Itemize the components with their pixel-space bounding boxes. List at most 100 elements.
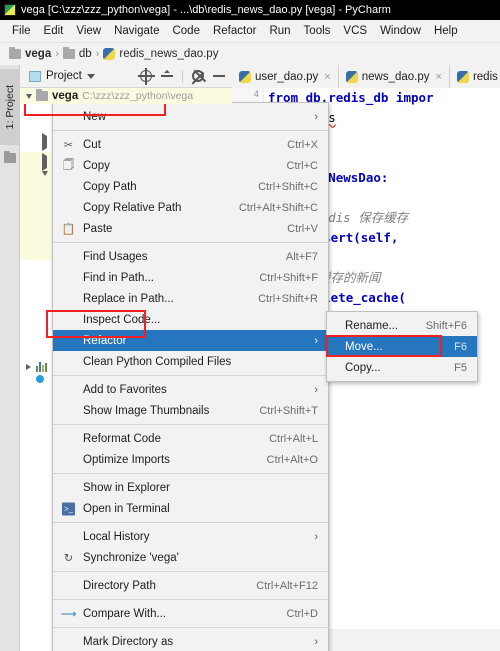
menu-item-label: Move... bbox=[345, 340, 383, 353]
menu-navigate[interactable]: Navigate bbox=[108, 22, 165, 40]
line-number: 4 bbox=[253, 90, 259, 100]
tab-label: user_dao.py bbox=[255, 70, 319, 83]
refresh-icon: ↻ bbox=[63, 552, 74, 564]
menu-separator bbox=[53, 522, 328, 523]
menu-item-find-usages[interactable]: Find Usages Alt+F7 bbox=[53, 246, 328, 267]
menu-separator bbox=[53, 375, 328, 376]
close-icon[interactable]: × bbox=[436, 71, 442, 83]
menu-window[interactable]: Window bbox=[374, 22, 427, 40]
breadcrumb-item-vega[interactable]: vega bbox=[25, 48, 51, 60]
menu-item-refactor[interactable]: Refactor › bbox=[53, 330, 328, 351]
menu-item-accel: F5 bbox=[454, 361, 467, 374]
breadcrumb-item-db[interactable]: db bbox=[79, 48, 92, 60]
menu-item-find-in-path[interactable]: Find in Path... Ctrl+Shift+F bbox=[53, 267, 328, 288]
menu-item-label: Find in Path... bbox=[83, 271, 154, 284]
menu-item-label: Reformat Code bbox=[83, 432, 161, 445]
tree-expander-2[interactable] bbox=[42, 153, 47, 171]
menu-vcs[interactable]: VCS bbox=[337, 22, 373, 40]
menu-item-label: Refactor bbox=[83, 334, 127, 347]
menu-item-reformat-code[interactable]: Reformat Code Ctrl+Alt+L bbox=[53, 428, 328, 449]
menu-tools[interactable]: Tools bbox=[298, 22, 337, 40]
menu-item-copy-path[interactable]: Copy Path Ctrl+Shift+C bbox=[53, 176, 328, 197]
menu-item-show-in-explorer[interactable]: Show in Explorer bbox=[53, 477, 328, 498]
menu-separator bbox=[53, 599, 328, 600]
minimize-icon[interactable] bbox=[213, 75, 225, 77]
breadcrumb-item-file[interactable]: redis_news_dao.py bbox=[119, 48, 218, 60]
window-title: vega [C:\zzz\zzz_python\vega] - ...\db\r… bbox=[21, 4, 391, 16]
submenu-item-copy[interactable]: Copy... F5 bbox=[327, 357, 477, 378]
chevron-right-icon[interactable] bbox=[26, 363, 31, 370]
menu-edit[interactable]: Edit bbox=[38, 22, 70, 40]
collapse-all-icon[interactable] bbox=[161, 70, 173, 82]
close-icon[interactable]: × bbox=[324, 71, 330, 83]
menu-item-mark-directory-as[interactable]: Mark Directory as › bbox=[53, 631, 328, 651]
chevron-right-icon: › bbox=[314, 110, 318, 123]
menu-item-label: Copy bbox=[83, 159, 110, 172]
menu-item-paste[interactable]: 📋 Paste Ctrl+V bbox=[53, 218, 328, 239]
tree-expander-3[interactable] bbox=[42, 171, 48, 188]
menu-separator bbox=[53, 424, 328, 425]
menu-item-open-in-terminal[interactable]: >_ Open in Terminal bbox=[53, 498, 328, 519]
menu-item-accel: Ctrl+Alt+F12 bbox=[256, 579, 318, 592]
menu-item-label: Compare With... bbox=[83, 607, 167, 620]
menu-item-label: Open in Terminal bbox=[83, 502, 170, 515]
menu-help[interactable]: Help bbox=[428, 22, 464, 40]
menu-code[interactable]: Code bbox=[166, 22, 206, 40]
menu-view[interactable]: View bbox=[70, 22, 107, 40]
menu-item-label: Directory Path bbox=[83, 579, 156, 592]
menu-item-label: Copy... bbox=[345, 361, 381, 374]
menu-item-inspect-code[interactable]: Inspect Code... bbox=[53, 309, 328, 330]
menu-item-cut[interactable]: ✂ Cut Ctrl+X bbox=[53, 134, 328, 155]
menu-refactor[interactable]: Refactor bbox=[207, 22, 262, 40]
menu-item-show-image-thumbnails[interactable]: Show Image Thumbnails Ctrl+Shift+T bbox=[53, 400, 328, 421]
menu-item-accel: Ctrl+Shift+F bbox=[259, 271, 318, 284]
menu-run[interactable]: Run bbox=[263, 22, 296, 40]
tree-row-vega[interactable]: vega C:\zzz\zzz_python\vega bbox=[20, 88, 232, 104]
submenu-item-move[interactable]: Move... F6 bbox=[327, 336, 477, 357]
menu-item-accel: Ctrl+Alt+Shift+C bbox=[238, 201, 318, 214]
submenu-item-rename[interactable]: Rename... Shift+F6 bbox=[327, 315, 477, 336]
menu-item-local-history[interactable]: Local History › bbox=[53, 526, 328, 547]
menu-item-accel: Ctrl+D bbox=[286, 607, 318, 620]
tab-redis-news-dao[interactable]: redis bbox=[449, 65, 500, 88]
menu-item-optimize-imports[interactable]: Optimize Imports Ctrl+Alt+O bbox=[53, 449, 328, 470]
menu-item-label: Paste bbox=[83, 222, 113, 235]
toolbar-divider bbox=[182, 69, 183, 83]
python-file-icon bbox=[103, 48, 116, 60]
tab-news-dao[interactable]: news_dao.py × bbox=[338, 65, 450, 88]
menu-item-accel: Ctrl+Shift+C bbox=[258, 180, 318, 193]
tool-window-button-project[interactable]: 1: Project bbox=[0, 69, 20, 145]
menu-item-label: Optimize Imports bbox=[83, 453, 170, 466]
target-icon[interactable] bbox=[138, 68, 155, 85]
menu-item-accel: Ctrl+Alt+O bbox=[266, 453, 318, 466]
tree-item-path: C:\zzz\zzz_python\vega bbox=[82, 90, 194, 102]
menu-separator bbox=[53, 627, 328, 628]
tree-expander-1[interactable] bbox=[42, 133, 47, 151]
menu-item-directory-path[interactable]: Directory Path Ctrl+Alt+F12 bbox=[53, 575, 328, 596]
tree-row-external-libraries[interactable] bbox=[26, 361, 48, 372]
menu-item-copy[interactable]: 🗍 Copy Ctrl+C bbox=[53, 155, 328, 176]
menu-file[interactable]: File bbox=[6, 22, 37, 40]
menu-item-clean-python-compiled-files[interactable]: Clean Python Compiled Files bbox=[53, 351, 328, 372]
menu-item-compare-with[interactable]: ⟶ Compare With... Ctrl+D bbox=[53, 603, 328, 624]
menu-item-label: New bbox=[83, 110, 107, 123]
structure-folder-icon[interactable] bbox=[4, 151, 16, 163]
chevron-right-icon: › bbox=[314, 334, 318, 347]
chevron-right-icon: › bbox=[314, 530, 318, 543]
context-menu: New › ✂ Cut Ctrl+X 🗍 Copy Ctrl+C Copy Pa… bbox=[52, 102, 329, 651]
menu-item-new[interactable]: New › bbox=[53, 106, 328, 127]
menu-item-copy-relative-path[interactable]: Copy Relative Path Ctrl+Alt+Shift+C bbox=[53, 197, 328, 218]
menu-item-label: Replace in Path... bbox=[83, 292, 174, 305]
menu-item-add-to-favorites[interactable]: Add to Favorites › bbox=[53, 379, 328, 400]
menu-item-label: Show in Explorer bbox=[83, 481, 170, 494]
menu-item-synchronize[interactable]: ↻ Synchronize 'vega' bbox=[53, 547, 328, 568]
menu-bar: File Edit View Navigate Code Refactor Ru… bbox=[0, 20, 500, 43]
gear-icon[interactable] bbox=[192, 70, 204, 82]
menu-item-label: Copy Path bbox=[83, 180, 137, 193]
menu-item-accel: F6 bbox=[454, 340, 467, 353]
chevron-down-icon[interactable] bbox=[86, 73, 95, 79]
menu-item-replace-in-path[interactable]: Replace in Path... Ctrl+Shift+R bbox=[53, 288, 328, 309]
menu-item-label: Synchronize 'vega' bbox=[83, 551, 179, 564]
chevron-down-icon[interactable] bbox=[26, 93, 32, 99]
tab-user-dao[interactable]: user_dao.py × bbox=[232, 65, 339, 88]
